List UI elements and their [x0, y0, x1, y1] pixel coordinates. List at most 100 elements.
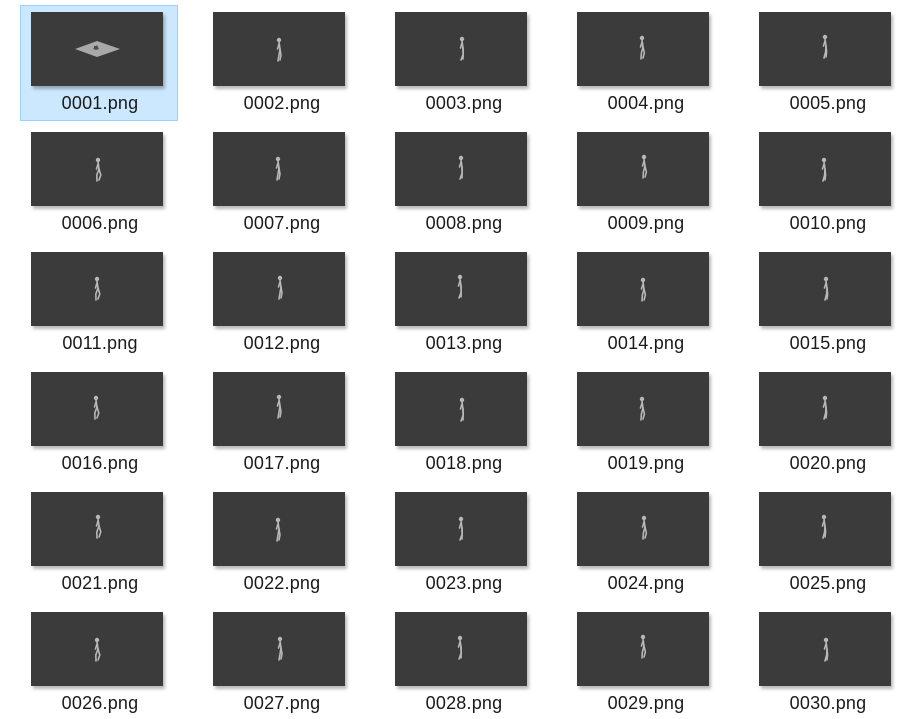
- thumbnail: [31, 252, 163, 326]
- file-item-0013[interactable]: 0013.png: [384, 245, 542, 361]
- file-name: 0008.png: [425, 213, 503, 233]
- file-item-0005[interactable]: 0005.png: [748, 5, 906, 121]
- file-name: 0017.png: [243, 453, 321, 473]
- figure-icon: [457, 635, 463, 660]
- figure-icon: [95, 157, 102, 182]
- file-item-0018[interactable]: 0018.png: [384, 365, 542, 481]
- thumbnail: [213, 492, 345, 566]
- thumbnail: [759, 252, 891, 326]
- figure-icon: [823, 637, 829, 662]
- file-item-0007[interactable]: 0007.png: [202, 125, 360, 241]
- file-item-0006[interactable]: 0006.png: [20, 125, 178, 241]
- file-item-0003[interactable]: 0003.png: [384, 5, 542, 121]
- file-name: 0015.png: [789, 333, 867, 353]
- file-item-0016[interactable]: 0016.png: [20, 365, 178, 481]
- file-item-0017[interactable]: 0017.png: [202, 365, 360, 481]
- file-item-0001[interactable]: 0001.png: [20, 5, 178, 121]
- thumbnail: [213, 372, 345, 446]
- thumbnail: [577, 372, 709, 446]
- file-name: 0019.png: [607, 453, 685, 473]
- figure-icon: [95, 514, 102, 539]
- file-item-0012[interactable]: 0012.png: [202, 245, 360, 361]
- file-item-0025[interactable]: 0025.png: [748, 485, 906, 601]
- file-item-0023[interactable]: 0023.png: [384, 485, 542, 601]
- figure-icon: [821, 514, 827, 539]
- thumbnail: [31, 372, 163, 446]
- figure-icon: [277, 275, 283, 300]
- thumbnail: [759, 492, 891, 566]
- figure-icon: [457, 274, 463, 299]
- file-name: 0012.png: [243, 333, 321, 353]
- figure-icon: [459, 397, 465, 422]
- file-item-0027[interactable]: 0027.png: [202, 605, 360, 719]
- file-name: 0011.png: [62, 333, 138, 353]
- file-item-0002[interactable]: 0002.png: [202, 5, 360, 121]
- file-name: 0009.png: [607, 213, 685, 233]
- file-name: 0026.png: [61, 693, 139, 713]
- file-item-0008[interactable]: 0008.png: [384, 125, 542, 241]
- figure-icon: [823, 276, 829, 301]
- file-item-0030[interactable]: 0030.png: [748, 605, 906, 719]
- figure-icon: [93, 395, 100, 420]
- file-name: 0016.png: [61, 453, 139, 473]
- file-item-0021[interactable]: 0021.png: [20, 485, 178, 601]
- plane-icon: [75, 41, 120, 57]
- thumbnail: [31, 612, 163, 686]
- figure-icon: [458, 516, 464, 541]
- thumbnail: [577, 252, 709, 326]
- file-item-0022[interactable]: 0022.png: [202, 485, 360, 601]
- file-item-0011[interactable]: 0011.png: [20, 245, 178, 361]
- file-item-0014[interactable]: 0014.png: [566, 245, 724, 361]
- file-name: 0001.png: [61, 93, 139, 113]
- figure-icon: [276, 394, 282, 419]
- file-item-0026[interactable]: 0026.png: [20, 605, 178, 719]
- file-name: 0014.png: [607, 333, 685, 353]
- figure-icon: [822, 34, 828, 59]
- thumbnail: [577, 492, 709, 566]
- figure-icon: [641, 515, 648, 540]
- file-item-0015[interactable]: 0015.png: [748, 245, 906, 361]
- file-name: 0002.png: [243, 93, 321, 113]
- file-name: 0027.png: [243, 693, 321, 713]
- figure-icon: [276, 37, 282, 62]
- file-item-0024[interactable]: 0024.png: [566, 485, 724, 601]
- figure-icon: [639, 396, 646, 421]
- thumbnail: [31, 12, 163, 86]
- file-name: 0020.png: [789, 453, 867, 473]
- thumbnail: [31, 132, 163, 206]
- file-name: 0004.png: [607, 93, 685, 113]
- thumbnail: [213, 12, 345, 86]
- file-item-0020[interactable]: 0020.png: [748, 365, 906, 481]
- file-item-0019[interactable]: 0019.png: [566, 365, 724, 481]
- file-item-0009[interactable]: 0009.png: [566, 125, 724, 241]
- file-name: 0007.png: [243, 213, 321, 233]
- file-name: 0022.png: [243, 573, 321, 593]
- file-item-0028[interactable]: 0028.png: [384, 605, 542, 719]
- thumbnail: [395, 252, 527, 326]
- thumbnail: [759, 612, 891, 686]
- file-item-0010[interactable]: 0010.png: [748, 125, 906, 241]
- thumbnail: [759, 132, 891, 206]
- figure-icon: [94, 276, 101, 301]
- file-name: 0005.png: [789, 93, 867, 113]
- file-item-0029[interactable]: 0029.png: [566, 605, 724, 719]
- figure-icon: [640, 634, 647, 659]
- file-name: 0018.png: [425, 453, 503, 473]
- file-name: 0021.png: [61, 573, 139, 593]
- figure-icon: [94, 637, 101, 662]
- file-item-0004[interactable]: 0004.png: [566, 5, 724, 121]
- figure-icon: [822, 395, 828, 420]
- thumbnail: [577, 132, 709, 206]
- thumbnail: [577, 12, 709, 86]
- thumbnail: [213, 252, 345, 326]
- figure-icon: [275, 517, 281, 542]
- thumbnail: [759, 372, 891, 446]
- figure-icon: [639, 35, 646, 60]
- thumbnail: [213, 612, 345, 686]
- thumbnail: [577, 612, 709, 686]
- thumbnail: [759, 12, 891, 86]
- file-name: 0010.png: [789, 213, 867, 233]
- thumbnail: [395, 372, 527, 446]
- thumbnail: [395, 12, 527, 86]
- figure-icon: [458, 155, 464, 180]
